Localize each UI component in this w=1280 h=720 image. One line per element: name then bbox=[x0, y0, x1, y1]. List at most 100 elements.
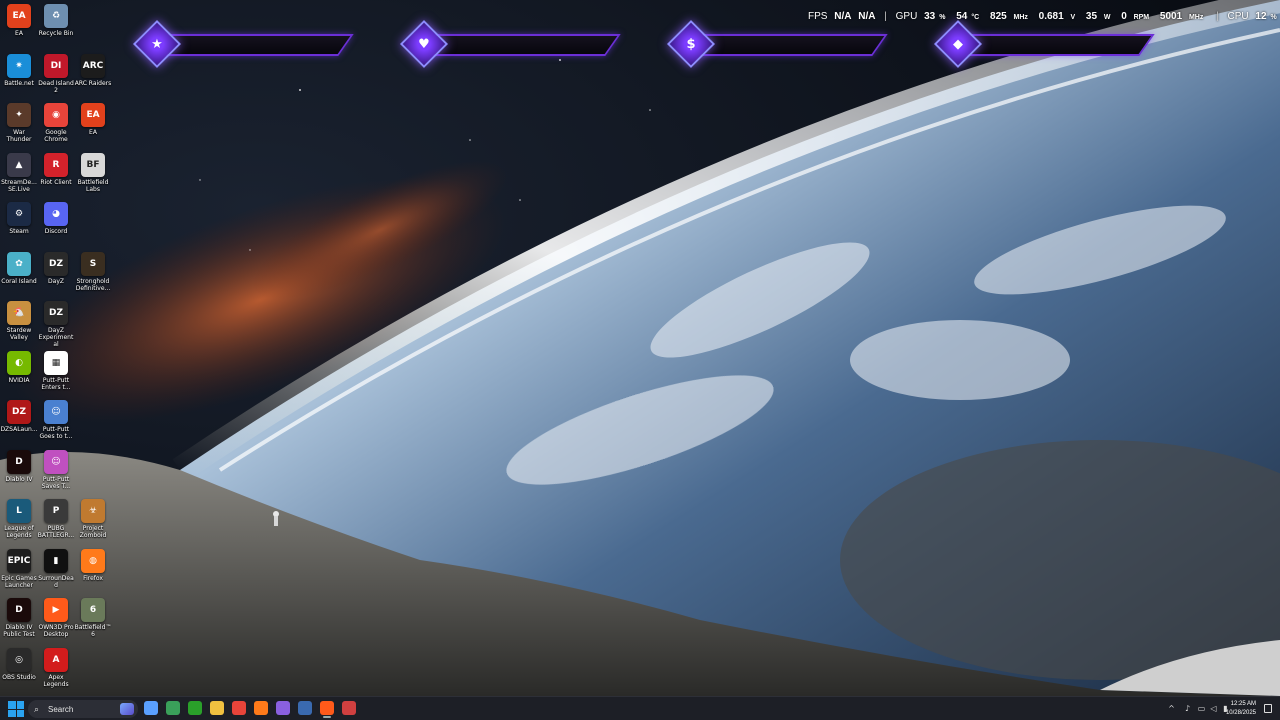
taskbar-app-browser[interactable] bbox=[342, 701, 356, 715]
desktop-icon-putt-putt[interactable]: ☺ Putt-Putt Saves T... bbox=[37, 449, 75, 490]
diablo-iv-icon: D bbox=[7, 598, 31, 622]
desktop-icon-steam[interactable]: ⚙ Steam bbox=[0, 202, 38, 235]
desktop-icon-riot-client[interactable]: R Riot Client bbox=[37, 152, 75, 186]
desktop-icon-firefox[interactable]: ◍ Firefox bbox=[74, 548, 112, 582]
desktop-icon-apex-legends[interactable]: A Apex Legends bbox=[37, 647, 75, 688]
taskbar-app-xbox[interactable] bbox=[188, 701, 202, 715]
desktop-icon-label: Epic Games Launcher bbox=[1, 574, 37, 589]
diamond-widget[interactable]: ◆ bbox=[933, 19, 1155, 69]
chevron-up-icon[interactable]: ^ bbox=[1167, 704, 1176, 713]
desktop-icon-battlefield-6[interactable]: 6 Battlefield™ 6 bbox=[74, 598, 112, 638]
desktop-icon-label: Dead Island 2 bbox=[38, 79, 74, 94]
taskbar-app-discord-like[interactable] bbox=[276, 701, 290, 715]
desktop-icon-battlefield-labs[interactable]: BF Battlefield Labs bbox=[74, 152, 112, 193]
coral-island-icon: ✿ bbox=[7, 251, 31, 276]
desktop-icon-epic-games[interactable]: EPIC Epic Games Launcher bbox=[0, 548, 38, 589]
diablo-iv-icon: D bbox=[7, 449, 31, 474]
volume-icon[interactable]: ◁ bbox=[1209, 704, 1218, 713]
desktop-icon-stronghold[interactable]: S Stronghold Definitive... bbox=[74, 251, 112, 292]
desktop-icon-diablo-iv[interactable]: D Diablo IV bbox=[0, 449, 38, 483]
desktop-icon-ea[interactable]: EA EA bbox=[74, 103, 112, 136]
chrome-icon: ◉ bbox=[44, 103, 68, 127]
desktop-icon-streamdeck[interactable]: ▲ StreamDe... SE.Live bbox=[0, 152, 38, 193]
search-input[interactable] bbox=[48, 704, 118, 714]
desktop-icon-battlenet[interactable]: ✷ Battle.net bbox=[0, 53, 38, 87]
desktop-icon-label: Recycle Bin bbox=[38, 30, 74, 37]
desktop-icon-label: Putt-Putt Goes to t... bbox=[39, 426, 73, 440]
desktop-icon-coral-island[interactable]: ✿ Coral Island bbox=[0, 251, 38, 285]
desktop-icon-obs-studio[interactable]: ◎ OBS Studio bbox=[0, 647, 38, 681]
desktop-icon-arc-raiders[interactable]: ARC ARC Raiders bbox=[74, 53, 112, 87]
project-zomboid-icon: ☣ bbox=[81, 499, 105, 523]
desktop-icon-discord[interactable]: ◕ Discord bbox=[37, 202, 75, 235]
heart-widget[interactable]: ♥ bbox=[399, 19, 621, 69]
desktop-icon-own3d-pro[interactable]: ▶ OWN3D Pro Desktop bbox=[37, 598, 75, 638]
desktop-icon-stardew-valley[interactable]: 🐔 Stardew Valley bbox=[0, 301, 38, 341]
desktop-icon-label: PUBG BATTLEGR... bbox=[37, 525, 75, 539]
desktop-icon-nvidia[interactable]: ◐ NVIDIA bbox=[0, 350, 38, 384]
desktop-icon-chrome[interactable]: ◉ Google Chrome bbox=[37, 103, 75, 143]
start-button[interactable] bbox=[8, 701, 24, 717]
dayz-icon: DZ bbox=[44, 251, 68, 276]
gpu-label: GPU bbox=[895, 11, 918, 22]
desktop-icon-label: Project Zomboid bbox=[79, 525, 107, 539]
desktop-icon-diablo-iv[interactable]: D Diablo IV Public Test bbox=[0, 598, 38, 638]
widget-bar bbox=[417, 34, 621, 56]
nvidia-icon: ◐ bbox=[7, 350, 31, 375]
microphone-icon[interactable]: ♪ bbox=[1183, 704, 1192, 713]
desktop-icon-war-thunder[interactable]: ✦ War Thunder bbox=[0, 103, 38, 143]
obs-studio-icon: ◎ bbox=[7, 647, 31, 672]
gpu-clock: 825 MHz bbox=[990, 11, 1032, 22]
gpu-mem-clock-unit: MHz bbox=[1188, 14, 1204, 21]
taskbar-clock[interactable]: 12:25 AM 10/28/2025 bbox=[1226, 700, 1256, 718]
surroundead-icon: ▮ bbox=[44, 548, 68, 573]
search-highlight-icon[interactable] bbox=[120, 703, 134, 715]
taskbar-app-steam[interactable] bbox=[298, 701, 312, 715]
perf-separator: | bbox=[884, 11, 887, 22]
taskbar-app-firefox[interactable] bbox=[254, 701, 268, 715]
fps-label: FPS bbox=[808, 11, 828, 22]
desktop-icon-label: EA bbox=[89, 129, 97, 136]
desktop-icon-pubg[interactable]: P PUBG BATTLEGR... bbox=[37, 499, 75, 539]
gpu-temp-value: 54 bbox=[956, 11, 968, 22]
desktop-icon-recycle-bin[interactable]: ♻ Recycle Bin bbox=[37, 4, 75, 37]
desktop-icon-project-zomboid[interactable]: ☣ Project Zomboid bbox=[74, 499, 112, 539]
dollar-widget[interactable]: $ bbox=[666, 19, 888, 69]
desktop-icon-surroundead[interactable]: ▮ SurrounDead bbox=[37, 548, 75, 589]
desktop-icon-ea[interactable]: EA EA bbox=[0, 4, 38, 37]
desktop-icon-dead-island-2[interactable]: DI Dead Island 2 bbox=[37, 53, 75, 94]
gpu-temp: 54 °C bbox=[956, 11, 983, 22]
star-icon: ★ bbox=[151, 36, 163, 52]
desktop-icon-putt-putt[interactable]: ☺ Putt-Putt Goes to t... bbox=[37, 400, 75, 440]
desktop-icon-label: EA bbox=[15, 30, 23, 37]
cpu-label: CPU bbox=[1227, 11, 1249, 22]
taskbar-app-file-explorer[interactable] bbox=[210, 701, 224, 715]
system-tray: ^ ♪ ▭ ◁ ▮ 12:25 AM 10/28/2025 bbox=[1160, 697, 1280, 720]
notification-icon[interactable] bbox=[1264, 704, 1272, 713]
desktop-wallpaper bbox=[0, 0, 1280, 696]
taskbar-app-copilot[interactable] bbox=[144, 701, 158, 715]
desktop-icon-label: Riot Client bbox=[40, 178, 72, 186]
clock-time: 12:25 AM bbox=[1230, 701, 1256, 707]
desktop-icon-dayz-experimental[interactable]: DZ DayZ Experimental bbox=[37, 301, 75, 348]
gpu-voltage-value: 0.681 bbox=[1038, 11, 1064, 22]
desktop-icon-dzsa-launcher[interactable]: DZ DZSALaun... bbox=[0, 400, 38, 433]
star-widget[interactable]: ★ bbox=[132, 19, 354, 69]
battlefield-6-icon: 6 bbox=[81, 598, 105, 622]
desktop-icon-league-of-legends[interactable]: L League of Legends bbox=[0, 499, 38, 539]
desktop-icon-label: DZSALaun... bbox=[0, 426, 38, 433]
desktop-icon-label: Firefox bbox=[83, 574, 103, 582]
desktop-icon-label: Putt-Putt Saves T... bbox=[41, 475, 71, 490]
taskbar-app-snipping-tool[interactable] bbox=[166, 701, 180, 715]
taskbar-app-chrome[interactable] bbox=[232, 701, 246, 715]
firefox-icon: ◍ bbox=[81, 548, 105, 573]
network-icon[interactable]: ▭ bbox=[1197, 704, 1206, 713]
steam-icon: ⚙ bbox=[7, 202, 31, 226]
desktop-icon-label: Battlefield™ 6 bbox=[74, 624, 112, 638]
desktop-icon-putt-putt[interactable]: ▦ Putt-Putt Enters t... bbox=[37, 350, 75, 391]
stronghold-icon: S bbox=[81, 251, 105, 276]
taskbar-app-own3d[interactable] bbox=[320, 701, 334, 718]
gpu-clock-unit: MHz bbox=[1013, 14, 1028, 21]
taskbar-search[interactable]: ⌕ bbox=[28, 700, 138, 718]
desktop-icon-dayz[interactable]: DZ DayZ bbox=[37, 251, 75, 285]
